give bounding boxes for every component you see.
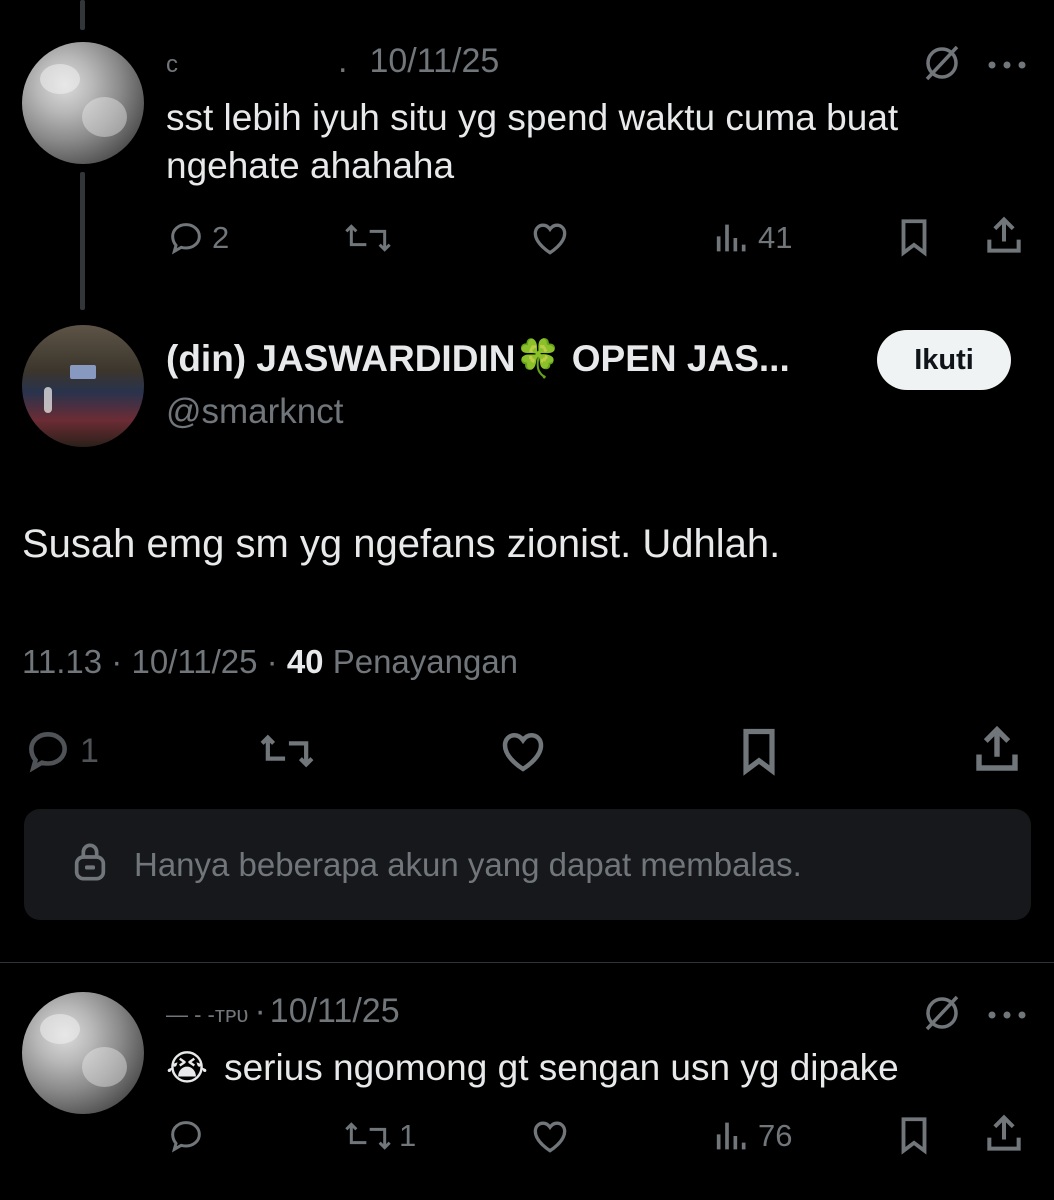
- retweet-icon: [260, 734, 314, 768]
- main-post-bookmark-button[interactable]: [733, 724, 785, 778]
- thread-line-middle: [80, 172, 85, 310]
- reply-1-like-button[interactable]: [527, 216, 573, 260]
- reply-2-views-button[interactable]: 76: [712, 1116, 792, 1156]
- more-icon[interactable]: [986, 58, 1028, 76]
- reply-1-name[interactable]: ᴄ: [166, 51, 178, 79]
- reply-2-text-body: serius ngomong gt sengan usn yg dipake: [224, 1047, 899, 1088]
- grok-icon[interactable]: [921, 42, 963, 89]
- share-icon: [987, 216, 1021, 253]
- reply-icon: [29, 732, 67, 773]
- reply-1-separator: .: [338, 42, 348, 80]
- main-post-reply-button[interactable]: 1: [22, 726, 99, 776]
- reply-2-reply-button[interactable]: [166, 1116, 212, 1156]
- lock-icon: [70, 840, 110, 889]
- reply-2-emoji: 😭: [166, 1047, 209, 1088]
- bookmark-icon: [743, 728, 775, 776]
- share-icon: [987, 1114, 1021, 1151]
- reply-1-reply-count: 2: [212, 220, 230, 255]
- reply-restriction-notice: Hanya beberapa akun yang dapat membalas.: [24, 809, 1031, 920]
- main-post-handle[interactable]: @smarknct: [166, 392, 344, 432]
- reply-icon: [171, 1121, 201, 1153]
- reply-restriction-text: Hanya beberapa akun yang dapat membalas.: [134, 845, 802, 883]
- reply-2-views-count: 76: [758, 1118, 793, 1153]
- reply-1-views-button[interactable]: 41: [712, 218, 792, 258]
- share-icon: [976, 725, 1018, 771]
- bookmark-icon: [901, 219, 927, 257]
- divider: [0, 962, 1054, 963]
- reply-1-avatar[interactable]: [22, 42, 144, 164]
- main-post-meta: 11.13 · 10/11/25 · 40 Penayangan: [22, 643, 519, 680]
- reply-2-like-button[interactable]: [527, 1114, 573, 1158]
- reply-2-text: 😭 serius ngomong gt sengan usn yg dipake: [166, 1044, 899, 1092]
- like-icon: [533, 223, 567, 255]
- grok-icon[interactable]: [921, 992, 963, 1039]
- reply-1-text-line1: sst lebih iyuh situ yg spend waktu cuma …: [166, 97, 899, 138]
- reply-2-separator: ·: [254, 992, 266, 1030]
- main-post-reply-count: 1: [80, 731, 99, 770]
- reply-2-header: — ‐ ‐ᴛᴘᴜ · 10/11/25: [166, 992, 400, 1032]
- main-post-views-label: Penayangan: [332, 643, 519, 680]
- reply-1-header: ᴄ . 10/11/25: [166, 42, 499, 82]
- main-post-display-name[interactable]: (din) JASWARDIDIN🍀 OPEN JAS...: [166, 338, 790, 381]
- retweet-icon: [345, 224, 391, 252]
- reply-1-share-button[interactable]: [982, 214, 1026, 258]
- like-icon: [533, 1121, 567, 1153]
- reply-1-retweet-button[interactable]: [343, 218, 399, 258]
- reply-2-name[interactable]: — ‐ ‐ᴛᴘᴜ: [166, 1002, 248, 1028]
- main-post-time[interactable]: 11.13: [22, 643, 102, 680]
- reply-1-text-line2: ngehate ahahaha: [166, 145, 455, 186]
- reply-2-avatar[interactable]: [22, 992, 144, 1114]
- follow-button[interactable]: Ikuti: [877, 330, 1011, 390]
- reply-2-bookmark-button[interactable]: [893, 1113, 935, 1157]
- more-icon[interactable]: [986, 1008, 1028, 1026]
- main-post-share-button[interactable]: [970, 723, 1024, 777]
- main-post-views-count: 40: [286, 643, 324, 680]
- reply-2-retweet-count: 1: [399, 1118, 417, 1153]
- views-icon: [716, 1122, 746, 1150]
- reply-2-retweet-button[interactable]: 1: [343, 1116, 416, 1156]
- main-post-retweet-button[interactable]: [256, 728, 318, 774]
- like-icon: [502, 732, 544, 772]
- reply-1-date[interactable]: 10/11/25: [369, 42, 499, 81]
- reply-1-text: sst lebih iyuh situ yg spend waktu cuma …: [166, 94, 1026, 190]
- main-post-text: Susah emg sm yg ngefans zionist. Udhlah.: [22, 522, 781, 566]
- reply-1-bookmark-button[interactable]: [893, 215, 935, 259]
- reply-2-share-button[interactable]: [982, 1112, 1026, 1156]
- main-post-date[interactable]: 10/11/25: [131, 643, 257, 680]
- reply-2-date[interactable]: 10/11/25: [270, 992, 400, 1031]
- reply-icon: [171, 223, 201, 255]
- reply-1-views-count: 41: [758, 220, 793, 255]
- retweet-icon: [345, 1122, 391, 1150]
- thread-line-top: [80, 0, 85, 30]
- reply-1-reply-button[interactable]: 2: [166, 218, 229, 258]
- main-post-like-button[interactable]: [494, 724, 552, 778]
- views-icon: [716, 224, 746, 252]
- bookmark-icon: [901, 1117, 927, 1155]
- main-post-avatar[interactable]: [22, 325, 144, 447]
